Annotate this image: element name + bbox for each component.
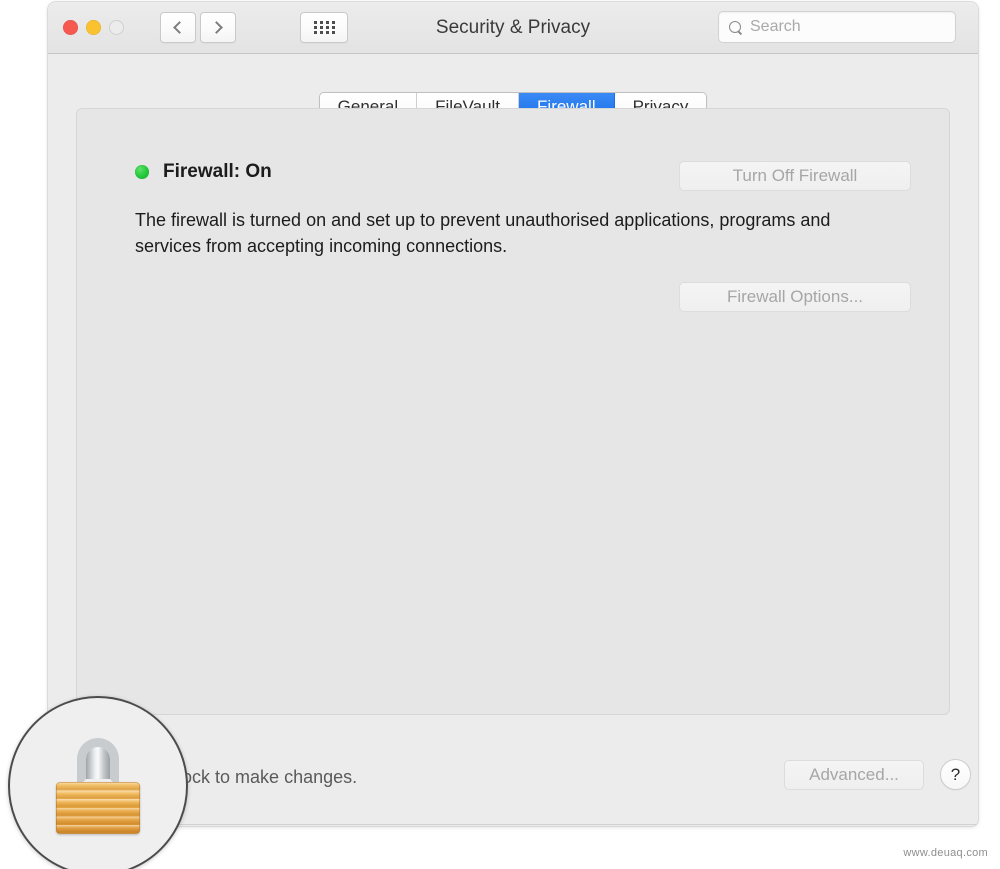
padlock-shackle: [77, 738, 119, 788]
firewall-status-label: Firewall: On: [163, 161, 272, 183]
screenshot-canvas: Security & Privacy Search General FileVa…: [0, 0, 1000, 869]
padlock-body: [56, 782, 140, 834]
status-indicator-icon: [135, 165, 149, 179]
firewall-status-row: Firewall: On: [135, 161, 272, 183]
advanced-button[interactable]: Advanced...: [784, 760, 924, 790]
watermark: www.deuaq.com: [903, 847, 988, 859]
firewall-content-panel: Firewall: On Turn Off Firewall The firew…: [76, 108, 950, 715]
firewall-description: The firewall is turned on and set up to …: [135, 207, 895, 259]
magnifier-loupe: [8, 696, 188, 869]
footer-divider: [48, 824, 978, 825]
help-button[interactable]: ?: [940, 759, 971, 790]
system-preferences-window: Security & Privacy Search General FileVa…: [48, 2, 978, 826]
firewall-options-button[interactable]: Firewall Options...: [679, 282, 911, 312]
search-icon: [729, 21, 742, 34]
search-field[interactable]: Search: [718, 11, 956, 43]
turn-off-firewall-button[interactable]: Turn Off Firewall: [679, 161, 911, 191]
search-placeholder: Search: [750, 18, 801, 36]
window-footer: he lock to make changes. Advanced... ?: [48, 715, 978, 825]
padlock-closed-icon[interactable]: [56, 738, 140, 834]
window-titlebar: Security & Privacy Search: [48, 2, 978, 54]
